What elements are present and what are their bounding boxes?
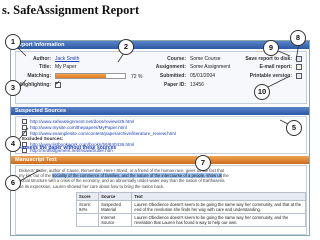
callout-10: 10 (254, 84, 270, 100)
callout-9: 9 (263, 40, 279, 56)
callout-2: 2 (118, 39, 134, 55)
callout-1: 1 (5, 34, 21, 50)
callout-6: 6 (5, 175, 21, 191)
callout-7: 7 (195, 155, 211, 171)
callout-leader-lines (14, 37, 301, 183)
callout-3: 3 (5, 80, 21, 96)
callout-8: 8 (290, 30, 306, 46)
callout-5: 5 (286, 120, 302, 136)
callout-4: 4 (5, 136, 21, 152)
